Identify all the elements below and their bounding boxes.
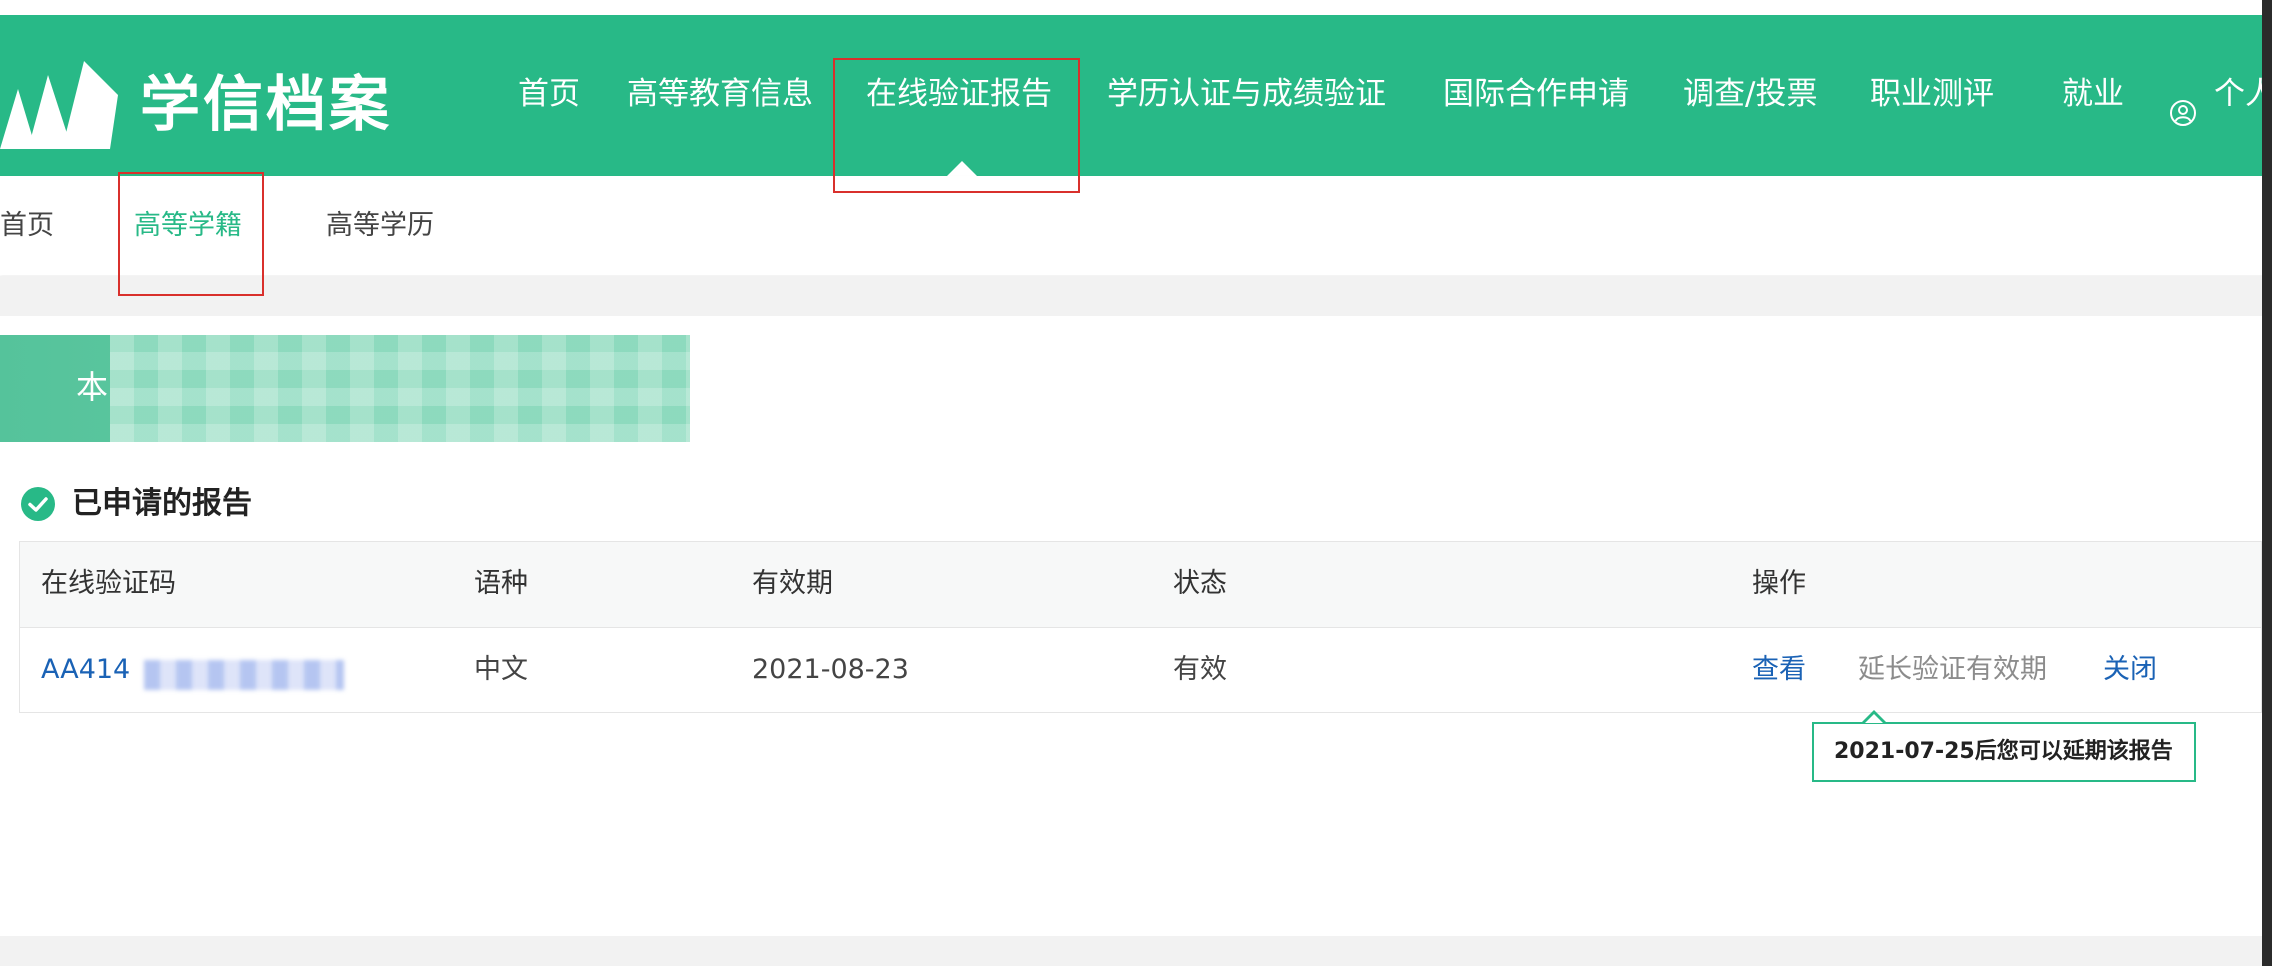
nav-higher-education-info[interactable]: 高等教育信息 [627,73,813,115]
verification-code-text: AA414 [41,654,131,685]
nav-online-verification-report[interactable]: 在线验证报告 [866,73,1052,115]
logo-mark-icon [0,61,118,149]
column-header-language: 语种 [474,568,528,599]
top-strip [0,0,2272,16]
column-header-expiry: 有效期 [752,568,833,599]
nav-degree-certification[interactable]: 学历认证与成绩验证 [1107,73,1386,115]
brand-name[interactable]: 学信档案 [140,65,392,145]
column-header-actions: 操作 [1752,568,1806,599]
column-header-status: 状态 [1173,568,1227,599]
redacted-code [144,660,344,690]
extend-validity-link[interactable]: 延长验证有效期 [1858,650,2047,690]
separator-band [0,276,2272,316]
sub-navigation: 首页 高等学籍 高等学历 [0,176,2272,275]
nav-career-assessment[interactable]: 职业测评 [1870,73,1994,115]
nav-international-cooperation[interactable]: 国际合作申请 [1443,73,1629,115]
subnav-higher-school-status[interactable]: 高等学籍 [134,206,242,246]
redacted-area [110,335,690,442]
close-report-link[interactable]: 关闭 [2103,650,2157,690]
bottom-band [0,936,2272,966]
subnav-home[interactable]: 首页 [0,206,54,246]
verification-code-link[interactable]: AA414 [41,650,344,690]
profile-banner: 本 [0,335,690,442]
reports-table: 在线验证码 语种 有效期 状态 操作 AA414 中文 2021-08-23 有… [19,541,2262,713]
view-report-link[interactable]: 查看 [1752,650,1806,690]
banner-text: 本 [76,368,109,406]
check-circle-icon [21,487,55,521]
active-nav-caret [946,161,978,176]
main-header: 学信档案 首页 高等教育信息 在线验证报告 学历认证与成绩验证 国际合作申请 调… [0,15,2272,176]
nav-employment[interactable]: 就业 [2062,73,2124,115]
table-header [20,542,2261,628]
extend-tooltip: 2021-07-25后您可以延期该报告 [1812,710,2196,782]
section-title: 已申请的报告 [72,486,252,521]
column-header-code: 在线验证码 [41,568,176,599]
tooltip-text: 2021-07-25后您可以延期该报告 [1834,739,2173,764]
row-status: 有效 [1173,654,1227,685]
row-expiry: 2021-08-23 [752,654,909,685]
nav-home[interactable]: 首页 [518,73,580,115]
row-language: 中文 [474,654,528,685]
window-right-edge [2262,0,2272,966]
nav-survey-vote[interactable]: 调查/投票 [1683,73,1817,115]
tooltip-arrow-fill [1865,714,1883,723]
subnav-higher-education-degree[interactable]: 高等学历 [326,206,434,246]
user-circle-icon[interactable] [2169,99,2197,127]
